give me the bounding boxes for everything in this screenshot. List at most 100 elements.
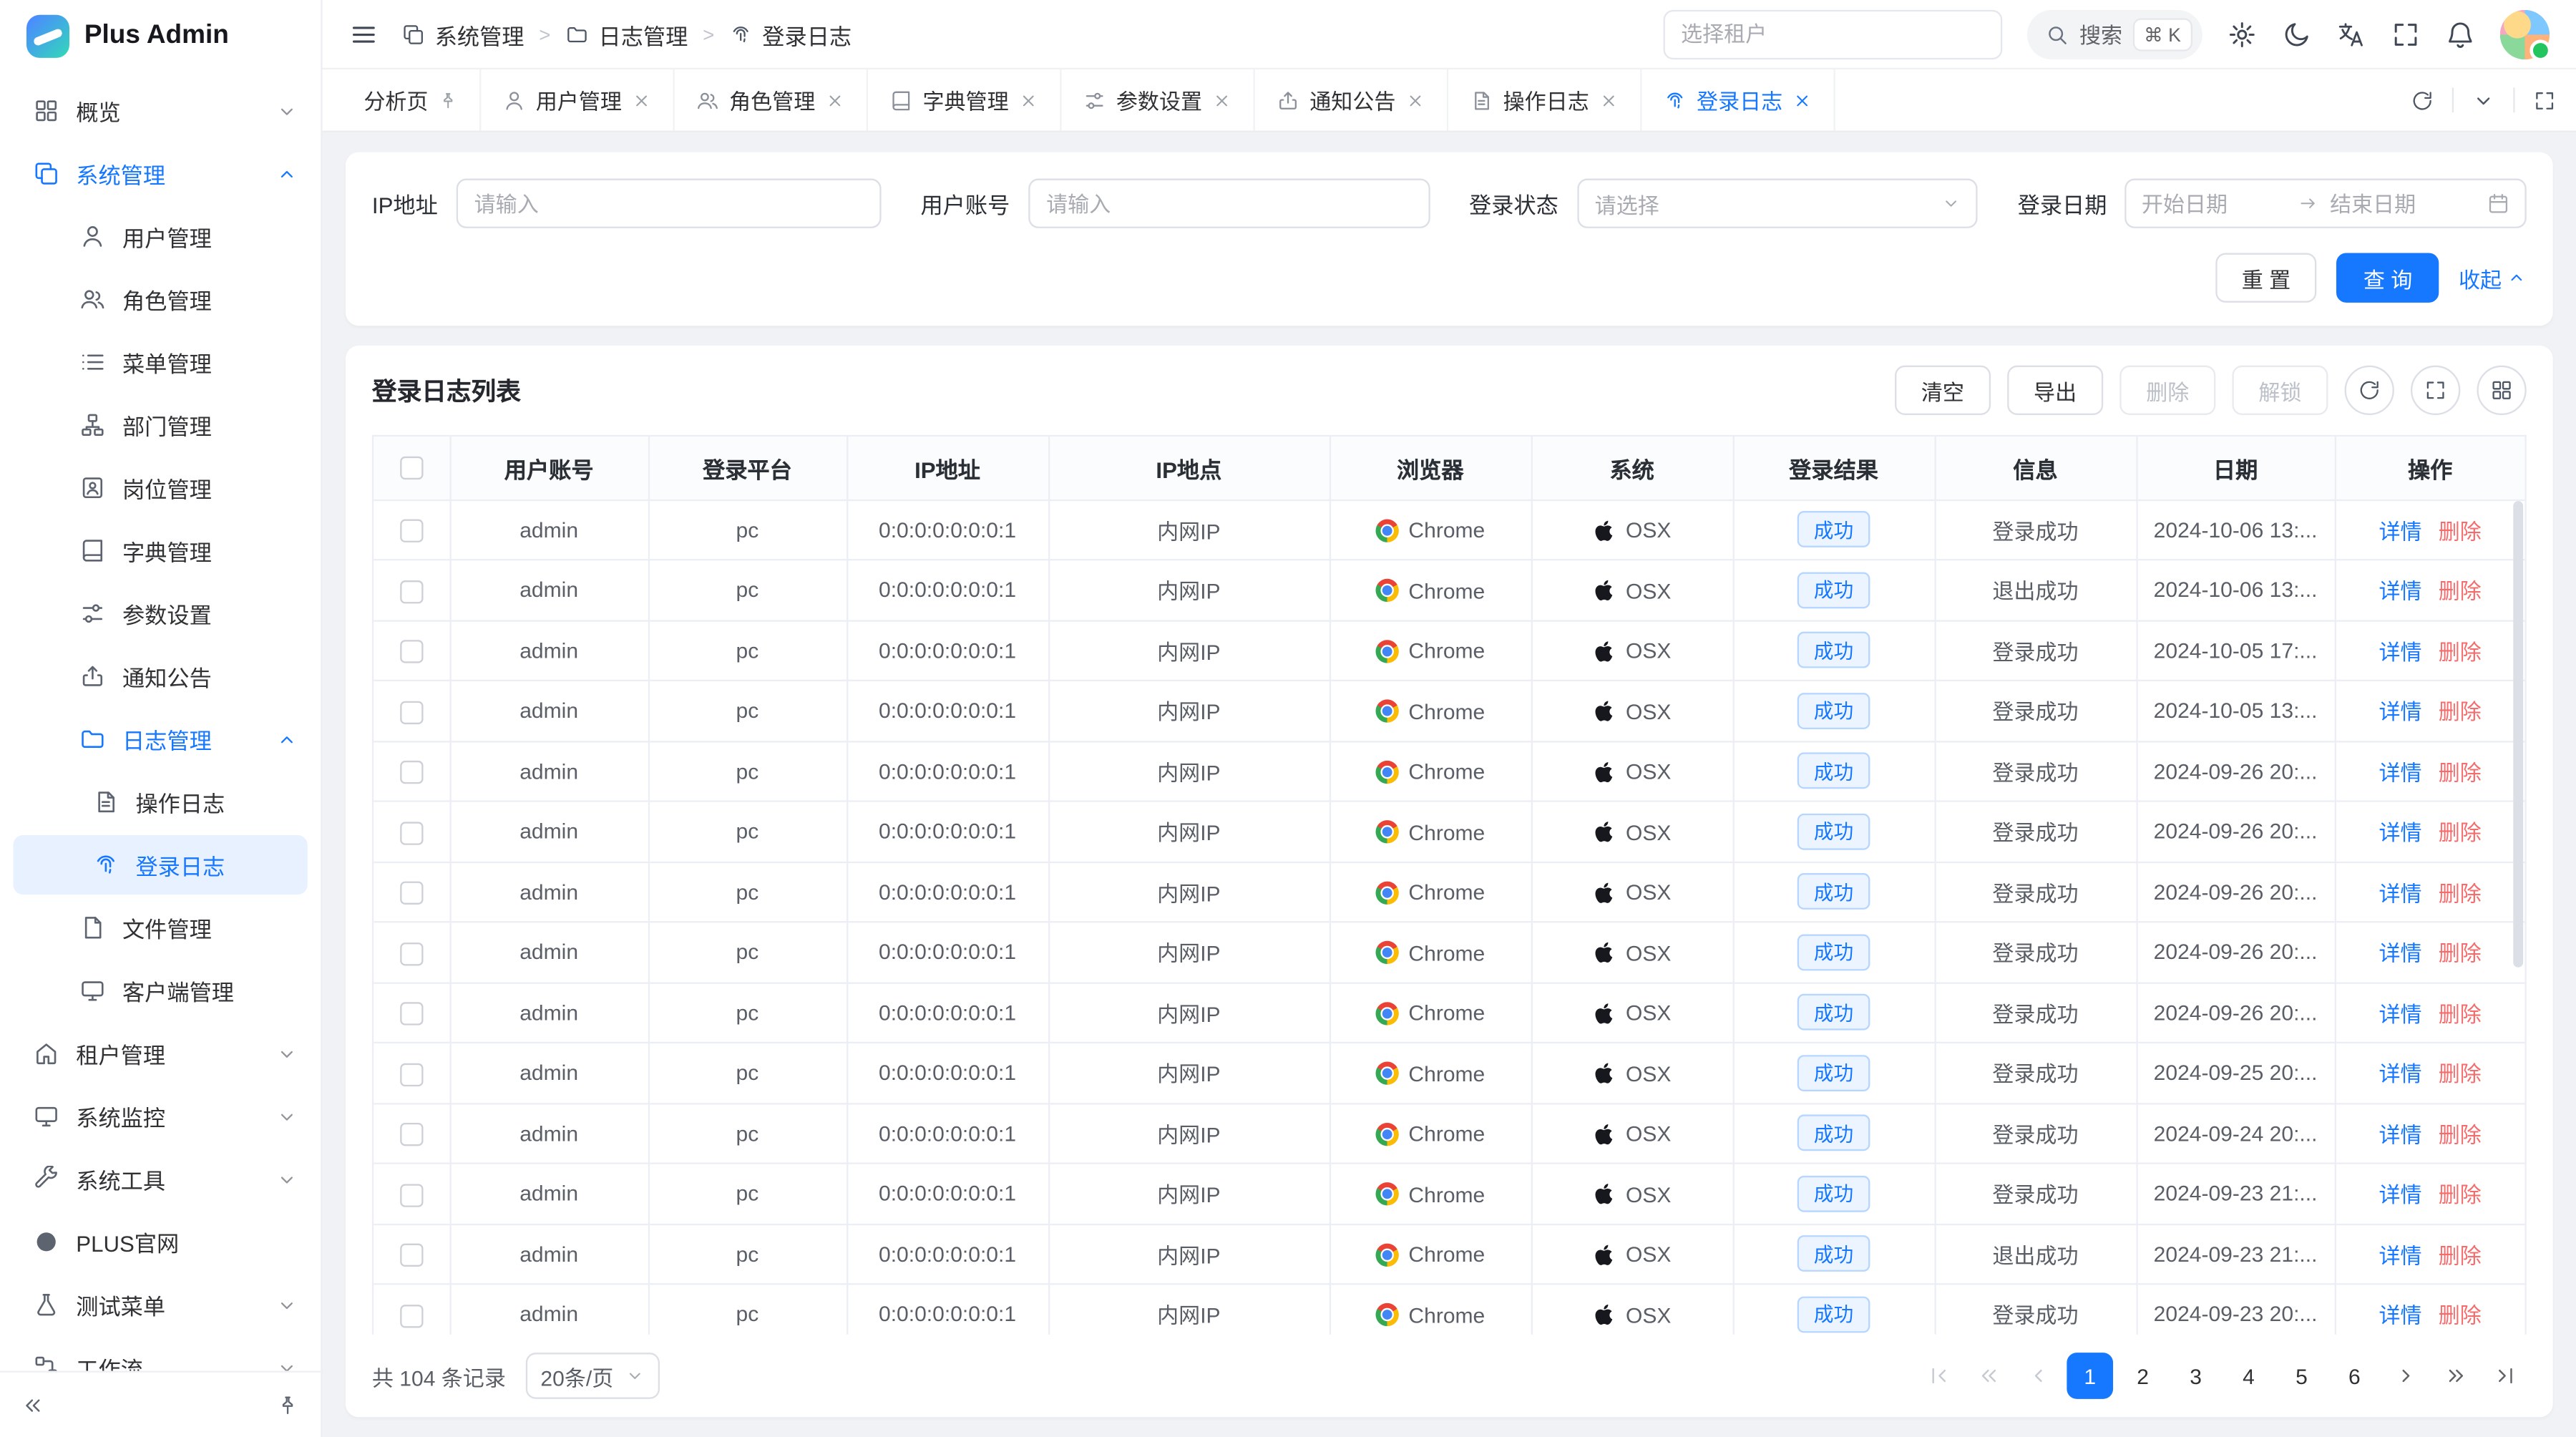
tab-role-management[interactable]: 角色管理 <box>675 69 868 130</box>
reset-button[interactable]: 重 置 <box>2215 253 2317 303</box>
breadcrumb-item[interactable]: 日志管理 <box>565 17 688 50</box>
user-avatar[interactable] <box>2500 9 2550 59</box>
delete-link[interactable]: 删除 <box>2439 640 2482 665</box>
sidebar-toggle-button[interactable] <box>349 19 379 49</box>
tab-analysis[interactable]: 分析页 <box>342 69 481 130</box>
login-status-select[interactable]: 请选择 <box>1576 179 1978 228</box>
sidebar-item-client-management[interactable]: 客户端管理 <box>0 959 321 1022</box>
delete-link[interactable]: 删除 <box>2439 941 2482 966</box>
detail-link[interactable]: 详情 <box>2379 821 2421 846</box>
delete-link[interactable]: 删除 <box>2439 700 2482 725</box>
app-logo[interactable]: Plus Admin <box>0 0 321 73</box>
row-checkbox[interactable] <box>400 942 423 965</box>
row-checkbox[interactable] <box>400 701 423 724</box>
sidebar-item-post-management[interactable]: 岗位管理 <box>0 457 321 520</box>
collapse-filter-link[interactable]: 收起 <box>2459 262 2527 293</box>
sidebar-item-user-management[interactable]: 用户管理 <box>0 205 321 268</box>
start-date-input[interactable] <box>2142 191 2287 216</box>
user-account-input[interactable] <box>1028 179 1430 228</box>
ip-address-input[interactable] <box>456 179 881 228</box>
page-button-3[interactable]: 3 <box>2172 1353 2219 1399</box>
sidebar-item-file-management[interactable]: 文件管理 <box>0 896 321 959</box>
delete-link[interactable]: 删除 <box>2439 821 2482 846</box>
breadcrumb-item[interactable]: 登录日志 <box>729 17 852 50</box>
close-tab-icon[interactable] <box>825 90 845 110</box>
delete-link[interactable]: 删除 <box>2439 1122 2482 1147</box>
detail-link[interactable]: 详情 <box>2379 760 2421 785</box>
tab-notice[interactable]: 通知公告 <box>1255 69 1448 130</box>
prev-page-button[interactable] <box>2017 1353 2060 1399</box>
row-checkbox[interactable] <box>400 1002 423 1025</box>
tab-user-management[interactable]: 用户管理 <box>481 69 674 130</box>
row-checkbox[interactable] <box>400 1123 423 1146</box>
collapse-sidebar-icon[interactable] <box>21 1393 44 1416</box>
page-button-2[interactable]: 2 <box>2119 1353 2166 1399</box>
detail-link[interactable]: 详情 <box>2379 1002 2421 1027</box>
close-tab-icon[interactable] <box>1212 90 1232 110</box>
select-all-checkbox[interactable] <box>400 457 423 480</box>
chevron-down-icon[interactable] <box>2472 89 2494 112</box>
close-tab-icon[interactable] <box>1405 90 1425 110</box>
sidebar-item-system-management[interactable]: 系统管理 <box>0 142 321 205</box>
delete-link[interactable]: 删除 <box>2439 1243 2482 1268</box>
row-checkbox[interactable] <box>400 1244 423 1267</box>
global-search-button[interactable]: 搜索 ⌘ K <box>2026 9 2202 59</box>
detail-link[interactable]: 详情 <box>2379 941 2421 966</box>
gear-button[interactable] <box>2228 19 2258 49</box>
query-button[interactable]: 查 询 <box>2337 253 2439 303</box>
row-checkbox[interactable] <box>400 1183 423 1206</box>
delete-link[interactable]: 删除 <box>2439 1183 2482 1208</box>
export-button[interactable]: 导出 <box>2007 366 2103 415</box>
row-checkbox[interactable] <box>400 580 423 603</box>
sidebar-item-system-monitor[interactable]: 系统监控 <box>0 1085 321 1148</box>
detail-link[interactable]: 详情 <box>2379 1183 2421 1208</box>
sidebar-item-overview[interactable]: 概览 <box>0 79 321 142</box>
detail-link[interactable]: 详情 <box>2379 640 2421 665</box>
sidebar-item-plus-website[interactable]: PLUS官网 <box>0 1210 321 1273</box>
clear-button[interactable]: 清空 <box>1895 366 1991 415</box>
row-checkbox[interactable] <box>400 761 423 784</box>
row-checkbox[interactable] <box>400 640 423 663</box>
detail-link[interactable]: 详情 <box>2379 1243 2421 1268</box>
delete-link[interactable]: 删除 <box>2439 1062 2482 1087</box>
translate-button[interactable] <box>2336 19 2366 49</box>
pin-sidebar-icon[interactable] <box>276 1393 299 1416</box>
breadcrumb-item[interactable]: 系统管理 <box>402 17 525 50</box>
refresh-button[interactable] <box>2345 366 2394 415</box>
sidebar-item-dept-management[interactable]: 部门管理 <box>0 394 321 457</box>
delete-link[interactable]: 删除 <box>2439 579 2482 604</box>
tab-dict-management[interactable]: 字典管理 <box>868 69 1061 130</box>
close-tab-icon[interactable] <box>1019 90 1039 110</box>
row-checkbox[interactable] <box>400 520 423 542</box>
detail-link[interactable]: 详情 <box>2379 700 2421 725</box>
sidebar-item-tenant-management[interactable]: 租户管理 <box>0 1022 321 1085</box>
tab-operation-log[interactable]: 操作日志 <box>1448 69 1641 130</box>
refresh-tab-icon[interactable] <box>2411 89 2434 112</box>
detail-link[interactable]: 详情 <box>2379 519 2421 544</box>
close-tab-icon[interactable] <box>632 90 652 110</box>
scrollbar-thumb[interactable] <box>2513 501 2523 968</box>
page-button-1[interactable]: 1 <box>2067 1353 2113 1399</box>
sidebar-item-dict-management[interactable]: 字典管理 <box>0 520 321 583</box>
detail-link[interactable]: 详情 <box>2379 1303 2421 1328</box>
page-button-4[interactable]: 4 <box>2225 1353 2272 1399</box>
tab-login-log[interactable]: 登录日志 <box>1642 69 1835 130</box>
sidebar-item-role-management[interactable]: 角色管理 <box>0 268 321 331</box>
login-date-range-picker[interactable] <box>2125 179 2527 228</box>
sidebar-item-test-menu[interactable]: 测试菜单 <box>0 1273 321 1336</box>
delete-button[interactable]: 删除 <box>2119 366 2215 415</box>
sidebar-item-operation-log[interactable]: 操作日志 <box>0 771 321 834</box>
sidebar-item-notice[interactable]: 通知公告 <box>0 645 321 708</box>
bell-button[interactable] <box>2446 19 2476 49</box>
delete-link[interactable]: 删除 <box>2439 1002 2482 1027</box>
row-checkbox[interactable] <box>400 1063 423 1086</box>
row-checkbox[interactable] <box>400 821 423 844</box>
page-button-5[interactable]: 5 <box>2278 1353 2325 1399</box>
page-size-select[interactable]: 20条/页 <box>526 1353 660 1399</box>
jump-forward-button[interactable] <box>2434 1353 2477 1399</box>
last-page-button[interactable] <box>2484 1353 2527 1399</box>
sidebar-item-menu-management[interactable]: 菜单管理 <box>0 331 321 394</box>
end-date-input[interactable] <box>2330 191 2475 216</box>
sidebar-item-system-tools[interactable]: 系统工具 <box>0 1148 321 1211</box>
unlock-button[interactable]: 解锁 <box>2232 366 2328 415</box>
